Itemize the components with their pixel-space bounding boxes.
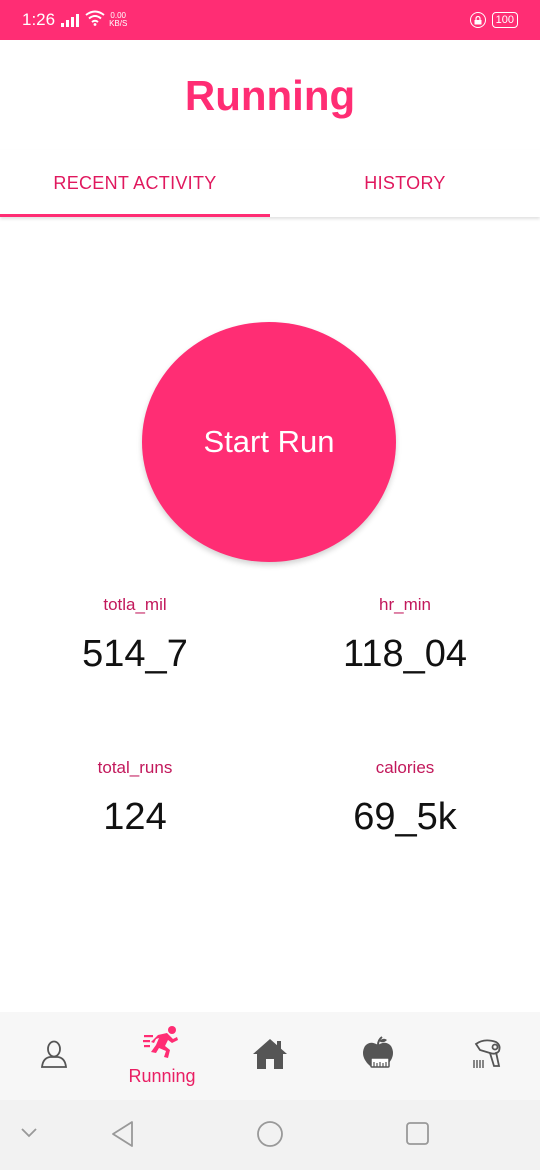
net-speed: 0.00 KB/S (109, 12, 127, 28)
stat-value: 124 (103, 796, 167, 838)
hair-dryer-icon (468, 1036, 504, 1077)
nutrition-icon (360, 1035, 396, 1077)
start-run-button[interactable]: Start Run (142, 322, 396, 562)
nav-running[interactable]: Running (108, 1012, 216, 1100)
stat-hr-min: hr_min 118_04 (270, 595, 540, 676)
home-button-icon[interactable] (256, 1120, 284, 1153)
running-icon (143, 1025, 181, 1064)
status-time: 1:26 (22, 10, 56, 29)
nav-home[interactable] (216, 1012, 324, 1100)
tab-history[interactable]: HISTORY (270, 150, 540, 217)
profile-icon (38, 1038, 70, 1075)
tab-recent-activity[interactable]: RECENT ACTIVITY (0, 150, 270, 217)
nav-nutrition[interactable] (324, 1012, 432, 1100)
nav-tools[interactable] (432, 1012, 540, 1100)
back-icon[interactable] (110, 1120, 136, 1153)
status-bar: 1:26 0.00 KB/S 100 (0, 0, 540, 40)
stat-label: totla_mil (103, 595, 167, 614)
recents-icon[interactable] (405, 1121, 431, 1152)
net-speed-unit: KB/S (109, 19, 128, 28)
stat-label: hr_min (379, 595, 431, 614)
stat-value: 69_5k (353, 796, 457, 838)
stat-value: 118_04 (343, 633, 467, 675)
stat-value: 514_7 (82, 633, 188, 675)
system-nav-bar (0, 1100, 540, 1170)
home-icon (252, 1037, 288, 1076)
bottom-nav: Running (0, 1012, 540, 1100)
nav-profile[interactable] (0, 1012, 108, 1100)
signal-icon (61, 13, 80, 27)
stat-total-miles: totla_mil 514_7 (0, 595, 270, 676)
lock-icon (469, 12, 486, 28)
page-title: Running (184, 72, 356, 119)
stat-label: total_runs (97, 758, 173, 777)
stat-label: calories (375, 758, 435, 777)
stat-calories: calories 69_5k (270, 758, 540, 839)
tab-bar: RECENT ACTIVITY HISTORY (0, 150, 540, 217)
battery-indicator: 100 (491, 12, 518, 28)
wifi-icon (85, 10, 105, 31)
stat-total-runs: total_runs 124 (0, 758, 270, 839)
nav-running-label: Running (128, 1066, 196, 1086)
chevron-down-icon[interactable] (20, 1126, 38, 1144)
